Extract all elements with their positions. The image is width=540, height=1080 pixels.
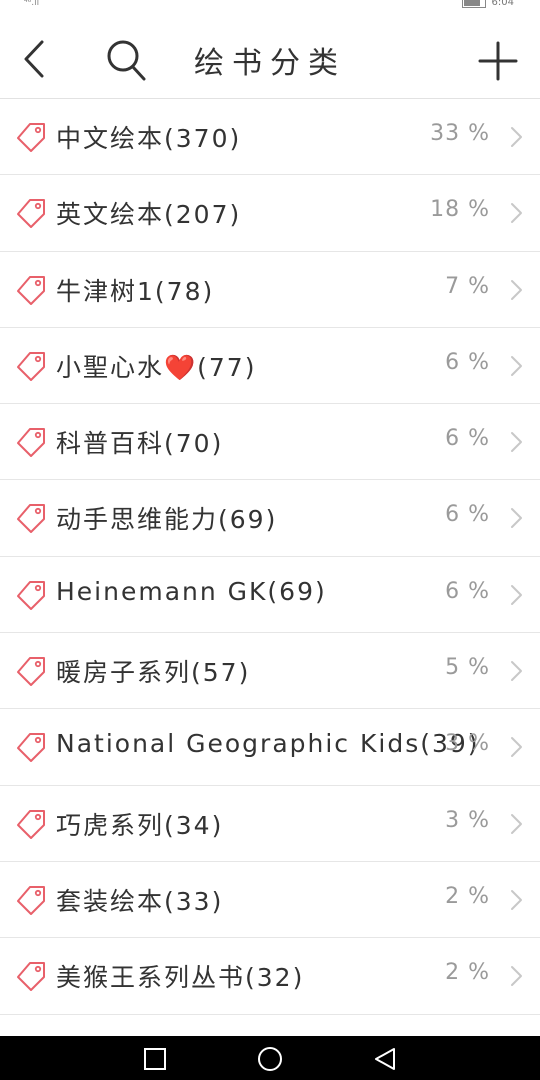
chevron-right-icon xyxy=(511,432,522,453)
category-row[interactable]: 动手思维能力(69) 6 % xyxy=(0,480,540,557)
category-label: National Geographic Kids(39) xyxy=(56,729,480,759)
plus-icon xyxy=(478,41,518,81)
home-button[interactable] xyxy=(257,1046,283,1072)
category-row[interactable]: Heinemann GK(69) 6 % xyxy=(0,557,540,634)
tag-icon xyxy=(17,580,45,610)
category-percent: 3 % xyxy=(445,807,490,833)
category-percent: 3 % xyxy=(445,731,490,757)
nav-back-button[interactable] xyxy=(372,1046,398,1072)
app-header: 绘书分类 xyxy=(0,10,540,99)
category-row[interactable]: 小聖心水❤️(77) 6 % xyxy=(0,328,540,405)
chevron-right-icon xyxy=(511,737,522,758)
category-percent: 2 % xyxy=(445,960,490,986)
battery-icon xyxy=(461,0,486,8)
category-label: 科普百科(70) xyxy=(56,429,224,459)
category-percent: 18 % xyxy=(430,197,490,223)
category-row[interactable]: 美猴王系列丛书(32) 2 % xyxy=(0,938,540,1015)
tag-icon xyxy=(17,351,45,381)
category-label: 暖房子系列(57) xyxy=(56,658,251,688)
category-label: 动手思维能力(69) xyxy=(56,505,278,535)
category-row[interactable]: 科普百科(70) 6 % xyxy=(0,404,540,481)
chevron-right-icon xyxy=(511,813,522,834)
chevron-right-icon xyxy=(511,203,522,224)
chevron-right-icon xyxy=(511,127,522,147)
chevron-right-icon xyxy=(511,355,522,376)
category-label: 牛津树1(78) xyxy=(56,276,215,306)
category-label: 套装绘本(33) xyxy=(56,886,224,916)
chevron-right-icon xyxy=(511,889,522,910)
chevron-right-icon xyxy=(511,279,522,300)
chevron-right-icon xyxy=(511,661,522,682)
tag-icon xyxy=(17,428,45,458)
category-percent: 2 % xyxy=(445,883,490,909)
category-row[interactable]: 巧虎系列(34) 3 % xyxy=(0,786,540,862)
category-label: 美猴王系列丛书(32) xyxy=(56,963,305,993)
category-label: 小聖心水❤️(77) xyxy=(56,352,257,382)
category-row[interactable]: 中文绘本(370) 33 % xyxy=(0,99,540,176)
category-percent: 6 % xyxy=(445,426,490,452)
category-row[interactable]: 暖房子系列(57) 5 % xyxy=(0,633,540,710)
category-percent: 6 % xyxy=(445,502,490,528)
status-right: 6:04 xyxy=(461,0,514,8)
category-label: 英文绘本(207) xyxy=(56,200,242,230)
tag-icon xyxy=(17,275,45,305)
page-title: 绘书分类 xyxy=(194,46,346,81)
category-row[interactable]: 英文绘本(207) 18 % xyxy=(0,175,540,252)
category-list: 中文绘本(370) 33 % 英文绘本(207) 18 % 牛津树1(78) 7 % 小聖心… xyxy=(0,99,540,1015)
system-nav-bar xyxy=(0,1036,540,1080)
chevron-right-icon xyxy=(511,508,522,529)
tag-icon xyxy=(17,199,45,229)
signal-indicator: ⁴⁶.ıl xyxy=(24,0,40,8)
category-percent: 7 % xyxy=(445,273,490,299)
chevron-right-icon xyxy=(511,584,522,605)
add-category-button[interactable] xyxy=(474,37,522,85)
category-percent: 6 % xyxy=(445,349,490,375)
clock: 6:04 xyxy=(491,0,514,8)
tag-icon xyxy=(17,123,45,152)
category-row[interactable]: 套装绘本(33) 2 % xyxy=(0,862,540,939)
triangle-back-icon xyxy=(375,1048,395,1070)
tag-icon xyxy=(17,504,45,534)
tag-icon xyxy=(17,885,45,915)
chevron-right-icon xyxy=(511,966,522,987)
category-label: Heinemann GK(69) xyxy=(56,576,327,606)
square-icon xyxy=(144,1048,166,1070)
tag-icon xyxy=(17,733,45,763)
category-percent: 5 % xyxy=(445,655,490,681)
category-label: 巧虎系列(34) xyxy=(56,810,224,840)
category-label: 中文绘本(370) xyxy=(56,124,242,153)
category-row[interactable]: National Geographic Kids(39) 3 % xyxy=(0,709,540,786)
category-percent: 33 % xyxy=(430,121,490,146)
tag-icon xyxy=(17,809,45,839)
status-bar: ⁴⁶.ıl 6:04 xyxy=(0,0,540,10)
category-row[interactable]: 牛津树1(78) 7 % xyxy=(0,252,540,328)
recents-button[interactable] xyxy=(142,1046,168,1072)
tag-icon xyxy=(17,657,45,687)
tag-icon xyxy=(17,962,45,992)
category-percent: 6 % xyxy=(445,578,490,604)
circle-icon xyxy=(258,1047,282,1071)
